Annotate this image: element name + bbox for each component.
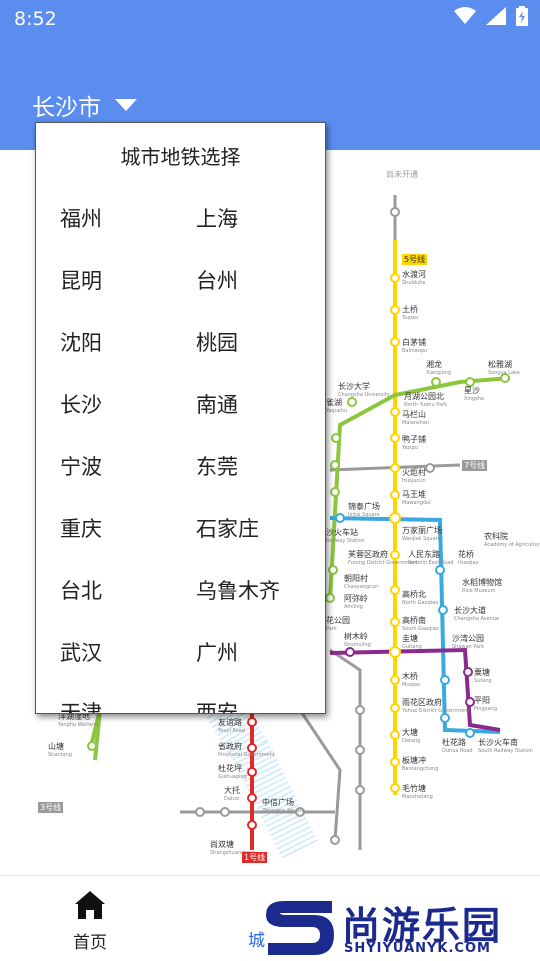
station-label[interactable]: 沙湾公园 Shawan Park [452,634,484,652]
city-option[interactable]: 台北 [60,575,102,605]
station-label[interactable]: 鸭子铺 Yazipu [402,435,426,453]
city-dropdown[interactable]: 长沙市 [32,88,137,122]
station-label[interactable]: 火炬村 Huojucun [402,468,426,486]
watermark-url: SHYIYUANYK.COM [344,941,491,956]
line3-badge: 3号线 [38,802,64,813]
watermark-logo-icon [266,901,334,955]
station-label[interactable]: 圭塘 Guitang [402,634,422,652]
station-label[interactable]: 大塘 Datang [402,728,420,746]
unopened-marker: 尚未开通 [386,170,418,179]
station-label[interactable]: 中信广场 Zhongxin Square [262,798,305,816]
station-label[interactable]: 雀湖 Yaquehu [326,398,347,416]
home-icon [75,891,105,919]
watermark: 尚游乐园 SHYIYUANYK.COM [262,895,540,960]
station-label[interactable]: 水稻博物馆 Rice Museum [462,578,502,596]
status-icons [454,6,528,26]
city-option[interactable]: 南通 [196,389,238,419]
city-option[interactable]: 宁波 [60,451,102,481]
station-label[interactable]: 湘龙 Xianglong [426,360,451,378]
city-option[interactable]: 长沙 [60,389,102,419]
city-option[interactable]: 上海 [196,203,238,233]
wifi-icon [454,7,476,24]
station-label[interactable]: 阿弥岭 Amiling [344,594,368,612]
city-option[interactable]: 天津 [60,697,102,713]
line7-badge: 7号线 [462,460,488,471]
station-label[interactable]: 锦泰广场 Jintai Square [348,502,380,520]
city-option[interactable]: 西安 [196,697,238,713]
popup-title: 城市地铁选择 [120,145,241,169]
station-label[interactable]: 花公园 Park [326,616,350,634]
city-option[interactable]: 东莞 [196,451,238,481]
nav-home-label: 首页 [73,933,107,953]
station-label[interactable]: 高桥南 South Gaoqiao [402,616,439,634]
station-label[interactable]: 大托 Datuo [224,786,240,804]
city-dropdown-label: 长沙市 [32,95,101,121]
city-option[interactable]: 武汉 [60,637,102,667]
station-label[interactable]: 朝阳村 Chaoyangcun [344,574,378,592]
station-label[interactable]: 万家丽广场 Wanjiali Square [402,526,442,544]
city-option[interactable]: 广州 [196,637,238,667]
city-select-popup: 城市地铁选择 福州 上海 昆明 台州 沈阳 桃园 长沙 南通 宁波 东莞 重庆 … [35,122,326,714]
station-label[interactable]: 月湖公园北 North Yuehu Park [404,392,447,410]
station-label[interactable]: 白茅铺 Baimaopu [402,338,427,356]
city-option[interactable]: 乌鲁木齐 [196,575,280,605]
station-label[interactable]: 人民东路 Renmin East Road [408,550,453,568]
station-label[interactable]: 长沙大道 Changsha Avenue [454,606,499,624]
station-label[interactable]: 花桥 Huaqiao [458,550,479,568]
station-label[interactable]: 杜花路 Duhua Road [442,738,473,756]
station-label[interactable]: 粟塘 Sutang [474,668,492,686]
station-label[interactable]: 土桥 Tuqiao [402,305,418,323]
line1-badge: 1号线 [242,852,268,863]
station-label[interactable]: 马栏山 Malanshan [402,410,429,428]
station-label[interactable]: 马王堆 Mawangdui [402,490,431,508]
status-time: 8:52 [14,8,57,30]
station-label[interactable]: 木桥 Muqiao [402,672,420,690]
signal-icon [486,7,506,25]
battery-icon [516,6,528,26]
station-label[interactable]: 山塘 Shantang [48,742,72,760]
station-label[interactable]: 长沙火车南 South Railway Station [478,738,533,756]
station-label[interactable]: 农科院Academy of Agricultural Sciences [484,532,540,550]
city-option[interactable]: 福州 [60,203,102,233]
city-option[interactable]: 台州 [196,265,238,295]
city-option[interactable]: 石家庄 [196,513,259,543]
city-option[interactable]: 桃园 [196,327,238,357]
dropdown-triangle-icon [115,99,137,111]
status-bar: 8:52 [0,0,540,40]
station-label[interactable]: 杜花坪 Guihuaping [218,764,247,782]
station-label[interactable]: 省政府 Provincial Government [218,742,275,760]
city-option[interactable]: 重庆 [60,513,102,543]
station-label[interactable]: 板塘冲 Bantangchong [402,756,438,774]
nav-home[interactable]: 首页 [60,890,120,953]
station-label[interactable]: 沙火车站 Railway Station [326,528,365,546]
station-label[interactable]: 平阳 Pingyang [474,696,497,714]
city-option[interactable]: 昆明 [60,265,102,295]
station-label[interactable]: 雨花区政府 Yuhua District Government [402,698,469,716]
station-label[interactable]: 树木岭 Shumuling [344,632,371,650]
station-label[interactable]: 高桥北 North Gaoqiao [402,590,438,608]
station-label[interactable]: 毛竹塘 Maozhutang [402,784,433,802]
station-label[interactable]: 友谊路 Youyi Road [218,718,245,736]
station-label[interactable]: 洋湖湿地 Yanghu Wetland [58,712,98,730]
city-option[interactable]: 沈阳 [60,327,102,357]
station-label[interactable]: 松雅湖 Songya Lake [488,360,520,378]
station-label[interactable]: 水渡河 Shuiduhe [402,270,426,288]
line5-badge: 5号线 [402,254,428,265]
station-label[interactable]: 星沙 Xingsha [464,386,484,404]
